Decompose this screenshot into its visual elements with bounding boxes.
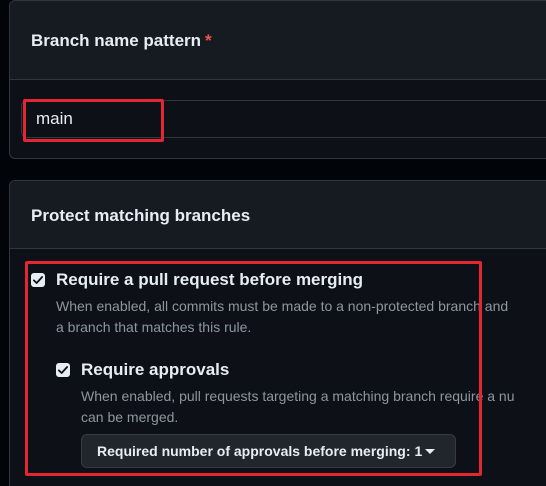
require-pull-request-label[interactable]: Require a pull request before merging — [56, 270, 363, 290]
required-approvals-dropdown-value: 1 — [414, 443, 423, 459]
branch-name-pattern-input-wrapper[interactable] — [21, 100, 546, 138]
checkmark-icon — [32, 276, 44, 284]
branch-name-pattern-header: Branch name pattern * — [10, 1, 546, 80]
require-pull-request-checkbox[interactable] — [31, 273, 45, 287]
checkmark-icon — [57, 366, 69, 374]
protect-matching-branches-title: Protect matching branches — [31, 206, 251, 225]
required-approvals-dropdown[interactable]: Required number of approvals before merg… — [81, 434, 456, 468]
require-approvals-checkbox[interactable] — [56, 363, 70, 377]
require-approvals-label[interactable]: Require approvals — [81, 360, 229, 380]
require-approvals-description-line2: can be merged. — [81, 409, 179, 425]
page: Branch name pattern* Protect matching br… — [0, 0, 546, 486]
required-approvals-dropdown-label: Required number of approvals before merg… — [97, 443, 411, 459]
protect-matching-branches-header: Protect matching branches — [10, 181, 546, 249]
branch-name-pattern-input[interactable] — [36, 101, 436, 137]
branch-name-pattern-title-text: Branch name pattern — [31, 31, 202, 50]
require-approvals-description-line1: When enabled, pull requests targeting a … — [81, 388, 515, 404]
branch-name-pattern-title: Branch name pattern * — [31, 31, 212, 51]
triangle-down-icon — [425, 449, 436, 454]
require-pull-request-description-line1: When enabled, all commits must be made t… — [56, 298, 509, 314]
require-pull-request-description-line2: a branch that matches this rule. — [56, 319, 252, 335]
required-marker: * — [205, 31, 212, 50]
